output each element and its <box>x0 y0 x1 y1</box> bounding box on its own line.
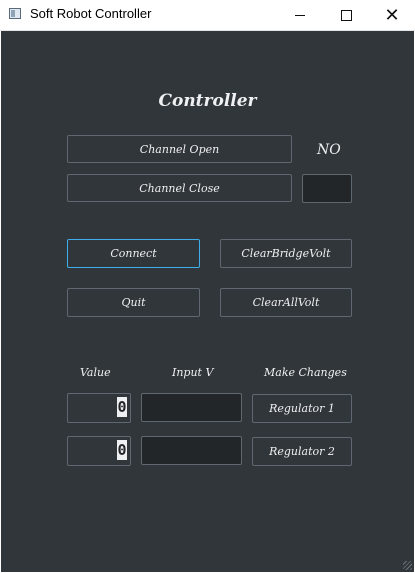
maximize-icon <box>340 9 352 21</box>
channel-close-button[interactable]: Channel Close <box>67 174 292 202</box>
minimize-button[interactable] <box>277 0 323 30</box>
window-title: Soft Robot Controller <box>30 6 152 21</box>
resize-grip-icon[interactable] <box>403 561 412 570</box>
regulator-1-button[interactable]: Regulator 1 <box>252 394 352 423</box>
main-panel: Controller Channel Open NO Channel Close… <box>1 31 414 572</box>
channel-status-label: NO <box>317 142 341 158</box>
minimize-icon <box>295 14 305 16</box>
page-title: Controller <box>158 91 257 111</box>
regulator-1-value-spinbox[interactable]: 0 <box>67 393 131 423</box>
clear-bridge-volt-button[interactable]: ClearBridgeVolt <box>220 239 352 268</box>
channel-indicator <box>302 174 352 203</box>
channel-open-button[interactable]: Channel Open <box>67 135 292 163</box>
input-v-header: Input V <box>172 366 214 379</box>
make-changes-header: Make Changes <box>264 366 347 379</box>
value-header: Value <box>80 366 111 379</box>
maximize-button[interactable] <box>323 0 369 30</box>
close-icon: ✕ <box>384 5 400 25</box>
title-bar[interactable]: Soft Robot Controller ✕ <box>0 0 415 31</box>
quit-button[interactable]: Quit <box>67 288 200 317</box>
regulator-1-voltage-input[interactable] <box>141 393 242 422</box>
regulator-1-value: 0 <box>117 397 127 417</box>
clear-all-volt-button[interactable]: ClearAllVolt <box>220 288 352 317</box>
regulator-2-voltage-input[interactable] <box>141 436 242 465</box>
regulator-2-value: 0 <box>117 440 127 460</box>
app-window-icon <box>9 8 21 19</box>
regulator-2-value-spinbox[interactable]: 0 <box>67 436 131 466</box>
connect-button[interactable]: Connect <box>67 239 200 268</box>
close-button[interactable]: ✕ <box>369 0 415 30</box>
regulator-2-button[interactable]: Regulator 2 <box>252 437 352 466</box>
